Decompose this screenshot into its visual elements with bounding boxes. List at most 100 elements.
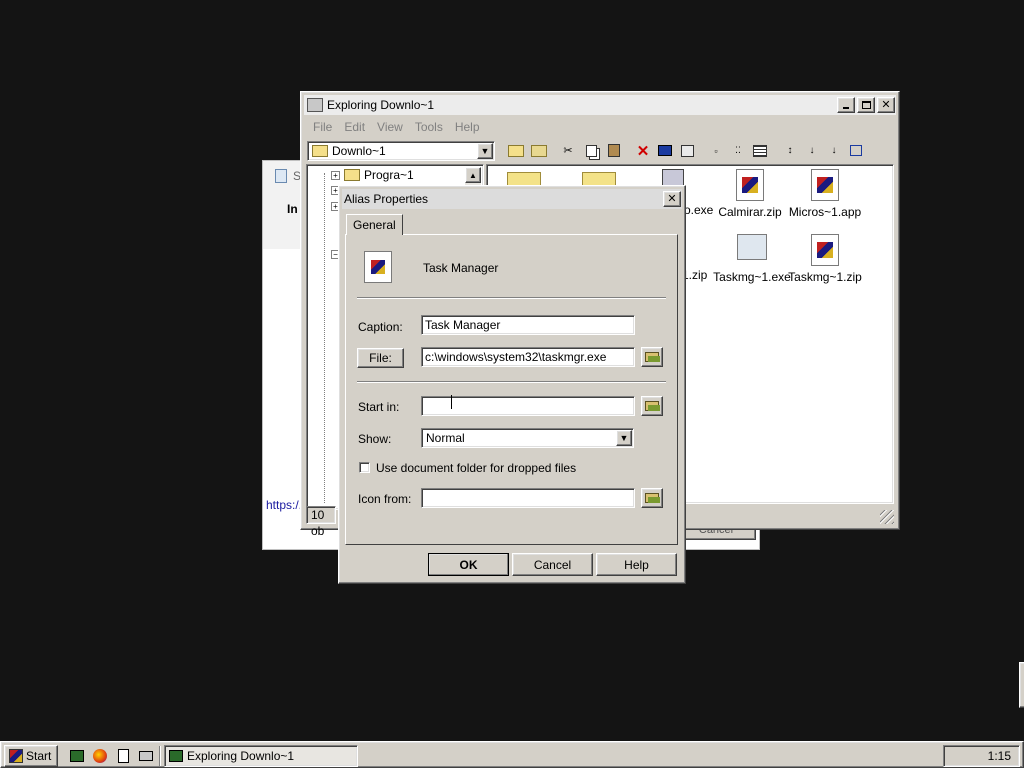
ok-button-label: OK xyxy=(459,557,478,572)
open-folder-icon xyxy=(645,401,660,411)
status-count: 10 ob xyxy=(306,506,336,538)
clock[interactable]: 1:15 xyxy=(988,749,1011,763)
small-icons-button[interactable]: ⁚⁚ xyxy=(727,140,749,161)
delete-icon: ✕ xyxy=(636,142,650,160)
cut-icon: ✂ xyxy=(563,145,573,157)
chevron-down-icon[interactable]: ▼ xyxy=(477,143,493,159)
app-icon xyxy=(364,251,392,283)
firefox-icon xyxy=(93,749,107,763)
background-window-text: In xyxy=(287,202,298,216)
caption-label: Caption: xyxy=(358,320,403,334)
folder-icon xyxy=(344,169,360,181)
minimize-button[interactable] xyxy=(837,97,855,113)
explorer-titlebar[interactable]: Exploring Downlo~1 ✕ xyxy=(304,95,896,115)
delete-button[interactable]: ✕ xyxy=(632,140,654,161)
browse-start-in-button[interactable] xyxy=(641,396,663,416)
up-folder-button[interactable] xyxy=(505,140,527,161)
menu-help[interactable]: Help xyxy=(449,118,486,136)
maximize-button[interactable] xyxy=(857,97,875,113)
dialog-titlebar[interactable]: Alias Properties ✕ xyxy=(342,189,682,209)
file-item[interactable]: Calmirar.zip xyxy=(710,169,790,219)
folder-icon[interactable] xyxy=(507,172,541,186)
caption-input[interactable]: Task Manager xyxy=(421,315,635,335)
icon-from-input[interactable] xyxy=(421,488,635,508)
close-button[interactable]: ✕ xyxy=(877,97,895,113)
close-icon: ✕ xyxy=(667,192,677,205)
menu-tools[interactable]: Tools xyxy=(409,118,449,136)
cancel-button[interactable]: Cancel xyxy=(512,553,593,576)
rename-button[interactable] xyxy=(654,140,676,161)
browse-file-button[interactable] xyxy=(641,347,663,367)
file-label: o.exe xyxy=(684,203,714,217)
menu-file[interactable]: File xyxy=(307,118,338,136)
quicklaunch-printer[interactable] xyxy=(137,747,155,765)
sort-type-button[interactable]: ↓ xyxy=(801,140,823,161)
rename-icon xyxy=(658,145,672,156)
background-window-link[interactable]: https:/. xyxy=(266,498,302,512)
file-item[interactable]: Micros~1.app xyxy=(785,169,865,219)
help-button-label: Help xyxy=(624,557,649,572)
sort-date-icon xyxy=(850,145,862,156)
sort-size-button[interactable]: ↓ xyxy=(823,140,845,161)
file-item[interactable]: Taskmg~1.zip xyxy=(785,234,865,284)
sort-date-button[interactable] xyxy=(845,140,867,161)
sort-name-button[interactable]: ↕ xyxy=(779,140,801,161)
large-icons-button[interactable]: ▫ xyxy=(705,140,727,161)
paste-icon xyxy=(608,144,620,157)
cancel-button-label: Cancel xyxy=(533,557,572,572)
file-label: Taskmg~1.exe xyxy=(713,270,791,284)
explorer-window-icon[interactable] xyxy=(307,98,323,112)
caption-input-value: Task Manager xyxy=(425,318,501,332)
quicklaunch-explorer[interactable] xyxy=(68,747,86,765)
ok-button[interactable]: OK xyxy=(428,553,509,576)
explorer-icon xyxy=(169,750,183,762)
document-icon xyxy=(117,749,129,763)
large-icons-icon: ▫ xyxy=(714,145,718,156)
file-input-value: c:\windows\system32\taskmgr.exe xyxy=(425,350,607,364)
start-label: Start xyxy=(26,749,52,763)
show-label: Show: xyxy=(358,432,392,446)
map-drive-button[interactable] xyxy=(528,140,550,161)
notepad-icon xyxy=(275,169,287,183)
paste-button[interactable] xyxy=(603,140,625,161)
start-in-input[interactable] xyxy=(421,396,635,416)
address-combo[interactable]: Downlo~1 ▼ xyxy=(307,141,495,161)
menu-view[interactable]: View xyxy=(371,118,409,136)
sort-name-icon: ↕ xyxy=(787,145,793,156)
start-button[interactable]: Start xyxy=(4,745,58,767)
quicklaunch-firefox[interactable] xyxy=(91,747,109,765)
browse-icon-button[interactable] xyxy=(641,488,663,508)
zip-file-icon xyxy=(736,169,764,201)
menu-edit[interactable]: Edit xyxy=(338,118,371,136)
file-button[interactable]: File: xyxy=(357,348,404,368)
file-item[interactable]: Taskmg~1.exe xyxy=(712,234,792,284)
copy-icon xyxy=(585,144,597,157)
minimize-icon xyxy=(843,107,849,109)
explorer-title: Exploring Downlo~1 xyxy=(327,98,435,112)
tree-scrollbar[interactable]: ▲ xyxy=(465,167,481,185)
quicklaunch-document[interactable] xyxy=(114,747,132,765)
copy-button[interactable] xyxy=(580,140,602,161)
offscreen-window-edge[interactable] xyxy=(1019,662,1024,708)
file-input[interactable]: c:\windows\system32\taskmgr.exe xyxy=(421,347,635,367)
resize-grip-icon[interactable] xyxy=(880,510,894,524)
chevron-down-icon[interactable]: ▼ xyxy=(616,430,632,446)
map-drive-icon xyxy=(531,144,547,157)
scroll-up-icon[interactable]: ▲ xyxy=(465,167,481,183)
help-button[interactable]: Help xyxy=(596,553,677,576)
expand-icon[interactable]: + xyxy=(331,170,340,180)
sort-type-icon: ↓ xyxy=(809,145,815,156)
folder-icon[interactable] xyxy=(582,172,616,186)
details-view-button[interactable] xyxy=(749,140,771,161)
dialog-title: Alias Properties xyxy=(344,192,429,206)
show-select[interactable]: Normal ▼ xyxy=(421,428,634,448)
cut-button[interactable]: ✂ xyxy=(557,140,579,161)
tab-general[interactable]: General xyxy=(346,214,403,235)
show-select-value: Normal xyxy=(426,431,465,445)
dialog-close-button[interactable]: ✕ xyxy=(663,191,681,207)
use-document-folder-checkbox[interactable] xyxy=(359,462,370,473)
text-cursor-icon xyxy=(451,395,452,409)
task-exploring-downloads[interactable]: Exploring Downlo~1 xyxy=(164,745,358,767)
tree-item[interactable]: + Progra~1 xyxy=(331,168,414,182)
properties-button[interactable] xyxy=(676,140,698,161)
